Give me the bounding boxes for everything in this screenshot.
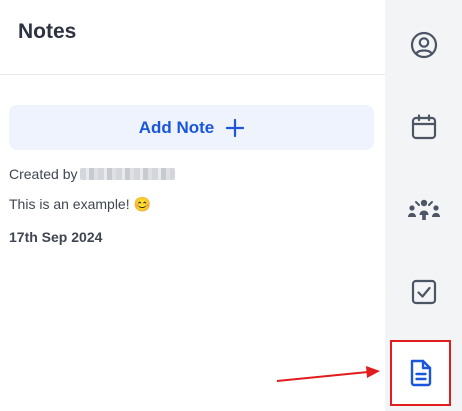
add-note-label: Add Note [138, 117, 215, 137]
note-created-by: Created by [9, 166, 176, 182]
icon-rail [385, 0, 462, 411]
rail-profile-button[interactable] [385, 15, 462, 75]
note-body: This is an example! 😊 [9, 196, 151, 212]
calendar-icon [410, 113, 438, 141]
redacted-author-name [80, 168, 176, 180]
page-title: Notes [18, 20, 77, 43]
document-icon [408, 358, 434, 388]
rail-notes-button[interactable] [390, 340, 451, 406]
checkbox-icon [410, 278, 438, 306]
app-root: Notes Add Note Created by This is an exa… [0, 0, 462, 411]
rail-calendar-button[interactable] [385, 97, 462, 157]
notes-panel: Notes Add Note Created by This is an exa… [0, 0, 385, 411]
plus-icon [226, 118, 245, 137]
user-circle-icon [410, 31, 438, 59]
rail-tasks-button[interactable] [385, 262, 462, 322]
rail-network-button[interactable] [385, 180, 462, 240]
created-by-label: Created by [9, 166, 78, 182]
note-date: 17th Sep 2024 [9, 229, 103, 245]
add-note-button[interactable]: Add Note [9, 105, 374, 150]
notes-header: Notes [0, 0, 385, 75]
people-network-icon [407, 197, 441, 223]
